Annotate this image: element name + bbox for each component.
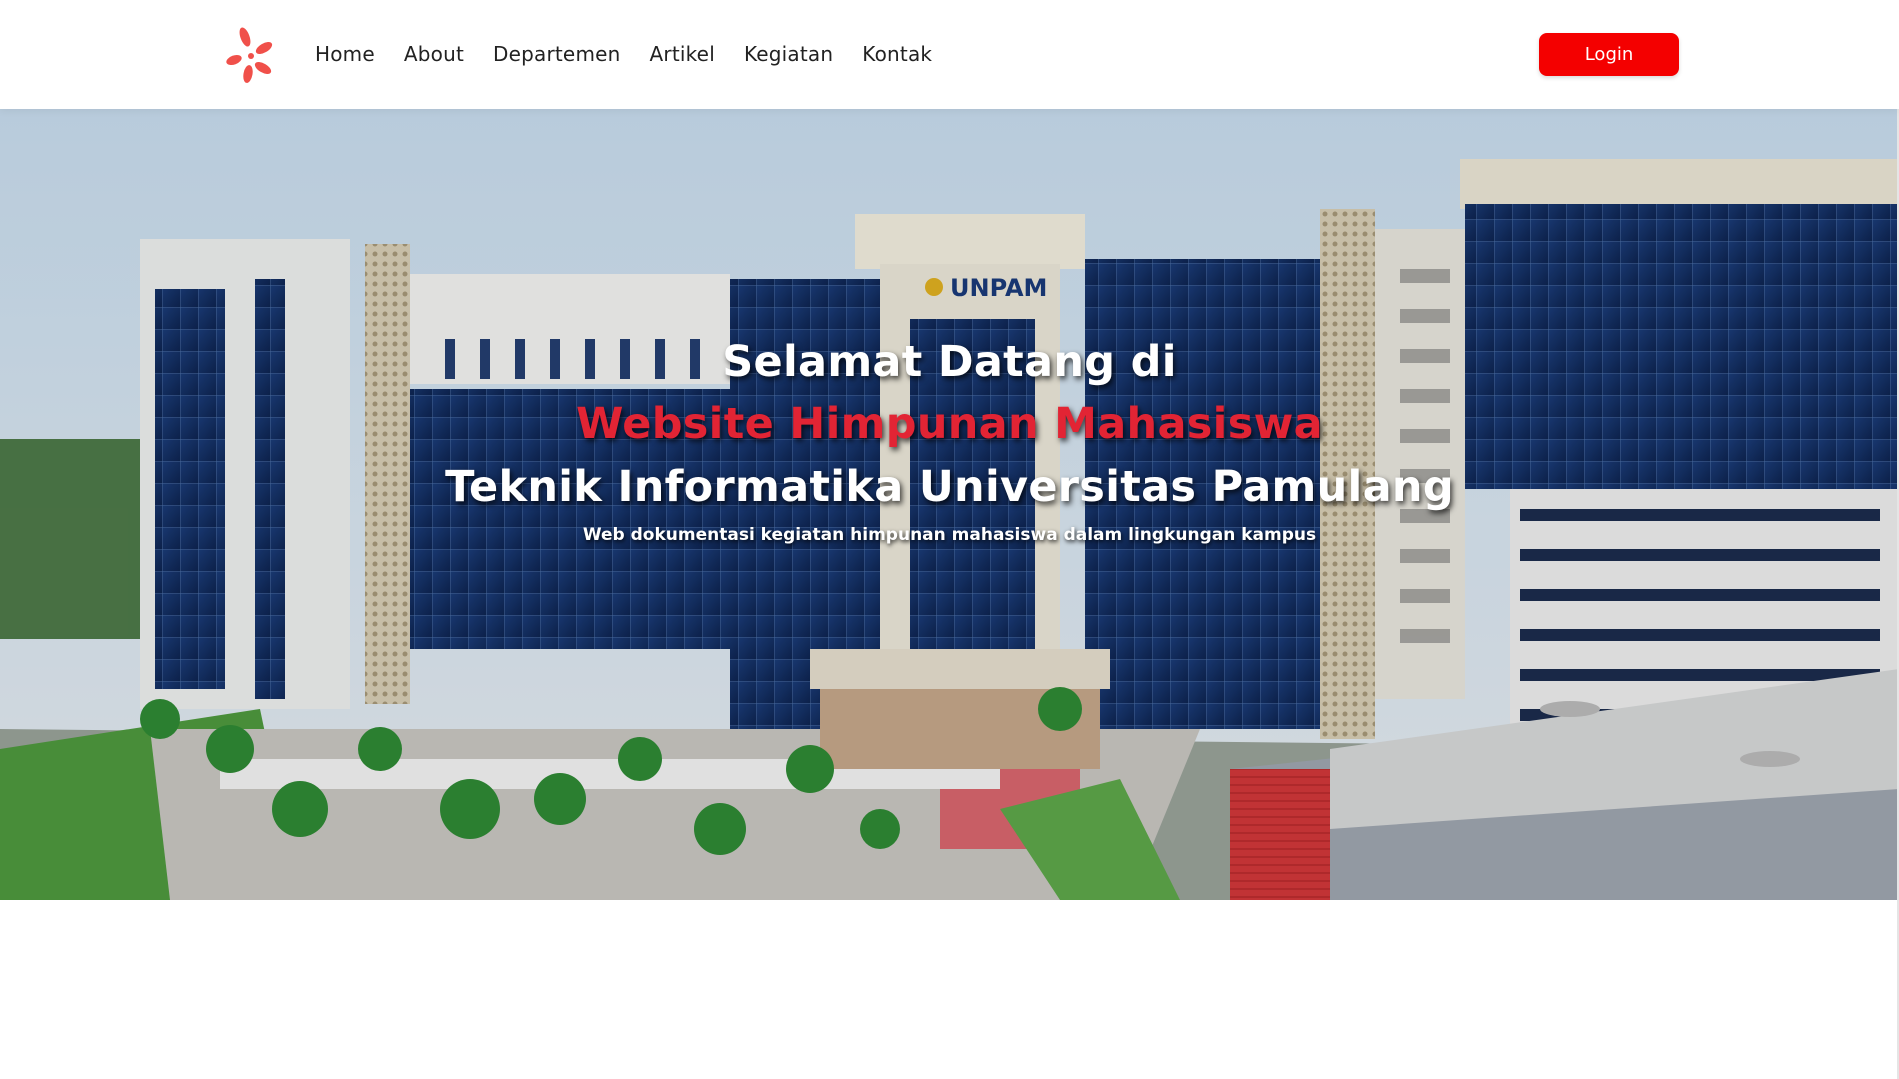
login-button[interactable]: Login	[1539, 33, 1679, 76]
nav-about[interactable]: About	[404, 40, 464, 68]
hero-subtitle: Web dokumentasi kegiatan himpunan mahasi…	[582, 525, 1317, 545]
nav-kontak[interactable]: Kontak	[862, 40, 932, 68]
hero-title-line3: Teknik Informatika Universitas Pamulang	[445, 462, 1454, 512]
nav-kegiatan[interactable]: Kegiatan	[744, 40, 833, 68]
nav-artikel[interactable]: Artikel	[650, 40, 715, 68]
page-content-area	[0, 900, 1899, 1079]
hero-heading: Selamat Datang di Website Himpunan Mahas…	[0, 331, 1899, 545]
hero-title-line2: Website Himpunan Mahasiswa	[576, 399, 1323, 449]
main-nav: Home About Departemen Artikel Kegiatan K…	[315, 40, 961, 68]
navbar: Home About Departemen Artikel Kegiatan K…	[0, 0, 1899, 109]
nav-departemen[interactable]: Departemen	[493, 40, 621, 68]
flower-logo-icon[interactable]	[226, 26, 276, 84]
hero-title-line1: Selamat Datang di	[722, 337, 1177, 387]
nav-home[interactable]: Home	[315, 40, 375, 68]
hero-section: UNPAM	[0, 109, 1899, 900]
